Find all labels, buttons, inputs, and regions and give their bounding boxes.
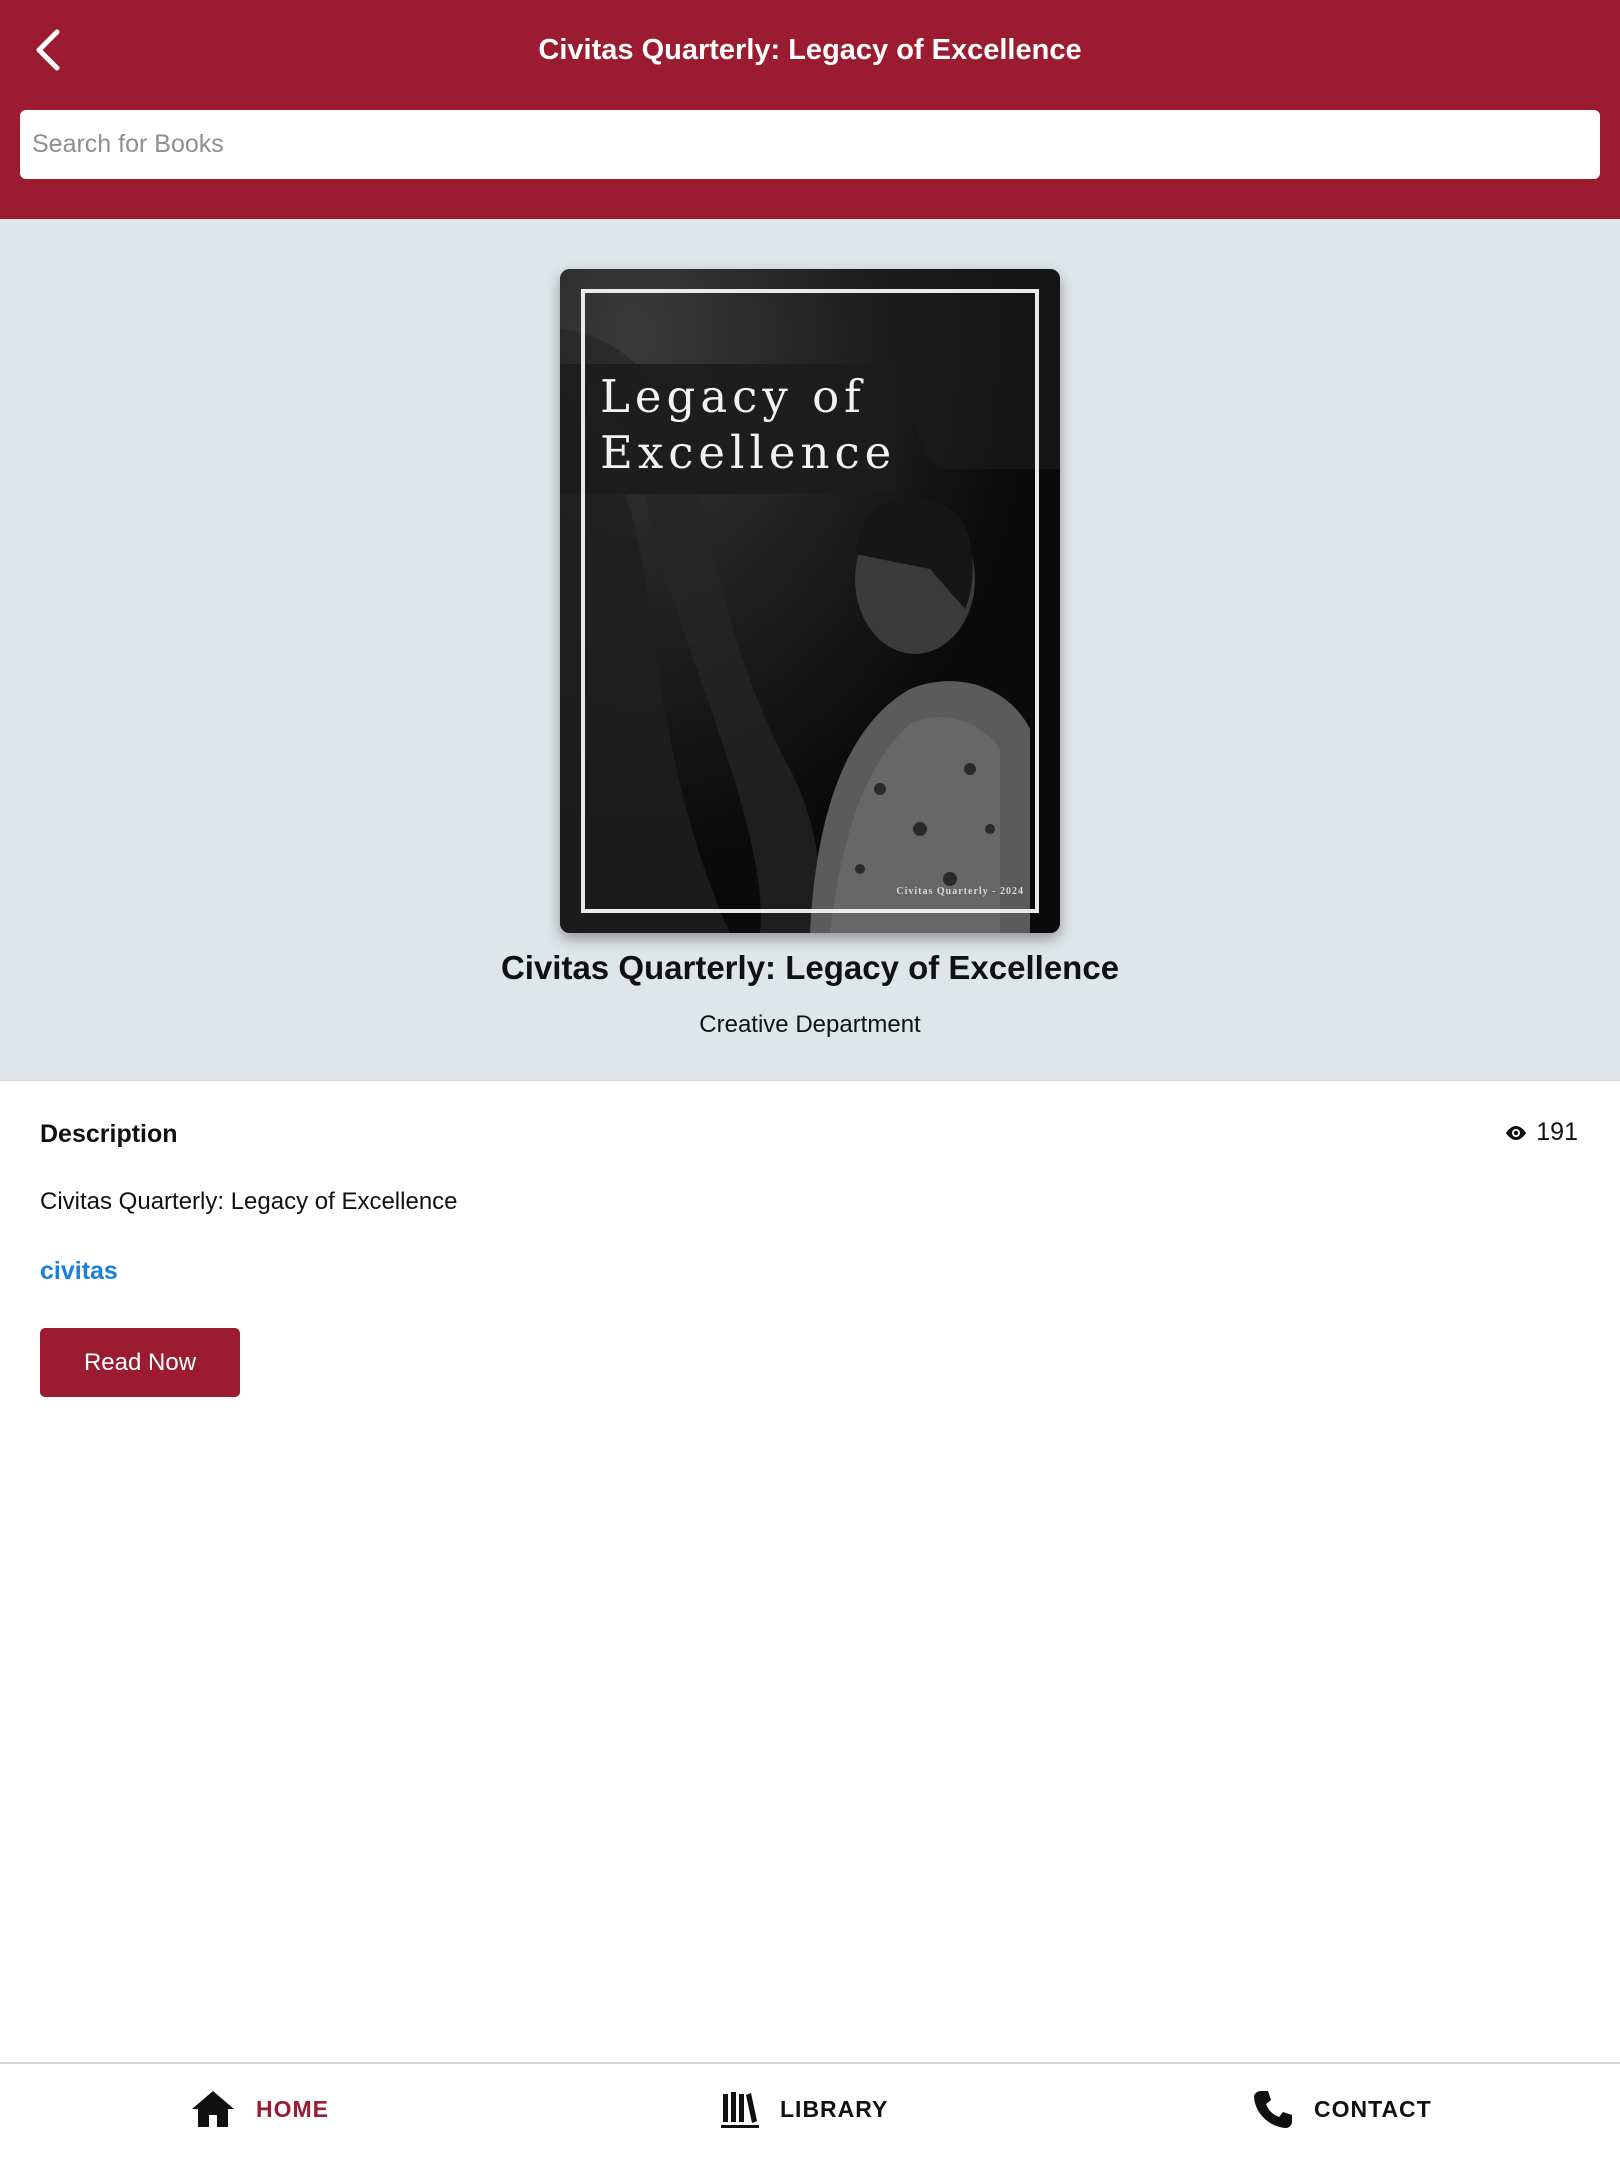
app-header: Civitas Quarterly: Legacy of Excellence — [0, 0, 1620, 219]
search-input[interactable] — [20, 110, 1600, 179]
description-heading: Description — [40, 1120, 178, 1148]
nav-label-library: LIBRARY — [780, 2095, 889, 2122]
read-now-button[interactable]: Read Now — [40, 1328, 240, 1397]
tag-link[interactable]: civitas — [40, 1257, 118, 1286]
book-author: Creative Department — [699, 1011, 921, 1038]
home-icon — [192, 2091, 234, 2127]
book-cover[interactable]: Legacy of Excellence Civitas Quarterly -… — [560, 269, 1060, 933]
bottom-nav: HOME LIBRARY CONTACT — [0, 2062, 1620, 2160]
cover-frame — [581, 289, 1039, 913]
view-count-value: 191 — [1536, 1118, 1578, 1146]
book-hero: Legacy of Excellence Civitas Quarterly -… — [0, 219, 1620, 1081]
nav-item-library[interactable]: LIBRARY — [720, 2084, 888, 2134]
view-count: 191 — [1504, 1118, 1578, 1147]
nav-item-contact[interactable]: CONTACT — [1252, 2084, 1432, 2134]
nav-label-home: HOME — [256, 2095, 329, 2122]
cover-caption: Civitas Quarterly - 2024 — [896, 886, 1024, 897]
nav-label-contact: CONTACT — [1314, 2095, 1432, 2122]
eye-icon — [1506, 1125, 1527, 1140]
book-title: Civitas Quarterly: Legacy of Excellence — [500, 949, 1120, 986]
page-title: Civitas Quarterly: Legacy of Excellence — [538, 34, 1082, 66]
nav-item-home[interactable]: HOME — [190, 2084, 329, 2134]
description-text: Civitas Quarterly: Legacy of Excellence — [40, 1188, 458, 1215]
library-icon — [721, 2092, 759, 2128]
phone-icon — [1254, 2091, 1292, 2128]
